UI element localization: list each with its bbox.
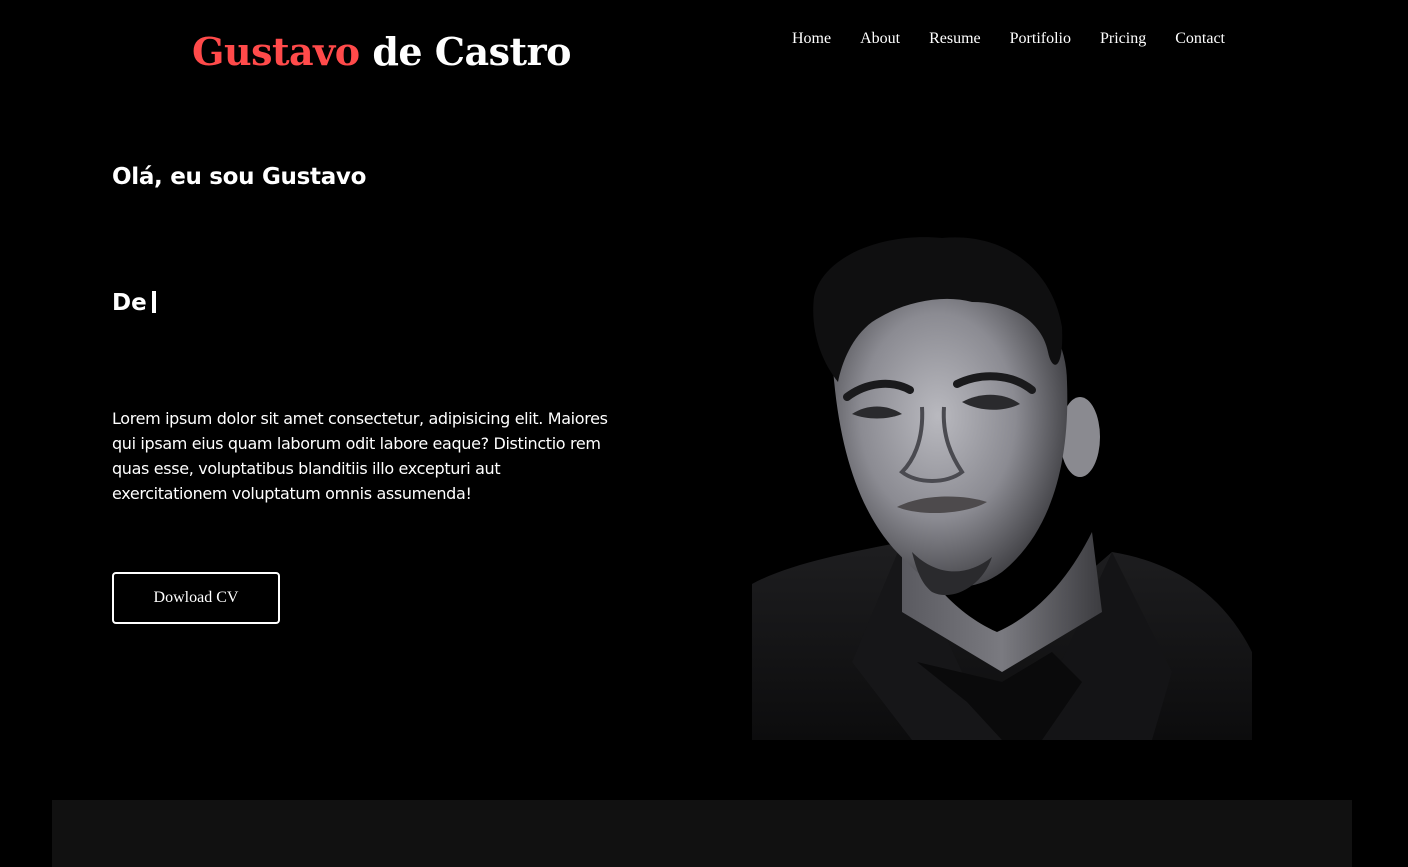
download-cv-button[interactable]: Dowload CV	[112, 572, 280, 624]
nav-home-link[interactable]: Home	[792, 29, 831, 49]
site-logo[interactable]: Gustavo de Castro	[192, 26, 571, 78]
logo-last-name: de Castro	[372, 29, 571, 74]
nav-resume-link[interactable]: Resume	[929, 29, 981, 49]
nav-pricing-link[interactable]: Pricing	[1100, 29, 1146, 49]
next-section-band	[52, 800, 1352, 867]
main-nav: Home About Resume Portifolio Pricing Con…	[792, 29, 1225, 49]
profile-photo	[752, 237, 1252, 740]
hero-bio: Lorem ipsum dolor sit amet consectetur, …	[112, 409, 608, 503]
hero-typed-role: De	[112, 288, 156, 318]
typed-text: De	[112, 290, 147, 316]
logo-first-name: Gustavo	[192, 29, 360, 74]
hero-greeting: Olá, eu sou Gustavo	[112, 164, 367, 190]
nav-about-link[interactable]: About	[860, 29, 900, 49]
typing-caret	[151, 291, 156, 313]
nav-portfolio-link[interactable]: Portifolio	[1010, 29, 1071, 49]
page: Gustavo de Castro Home About Resume Port…	[0, 0, 1408, 867]
nav-contact-link[interactable]: Contact	[1175, 29, 1225, 49]
